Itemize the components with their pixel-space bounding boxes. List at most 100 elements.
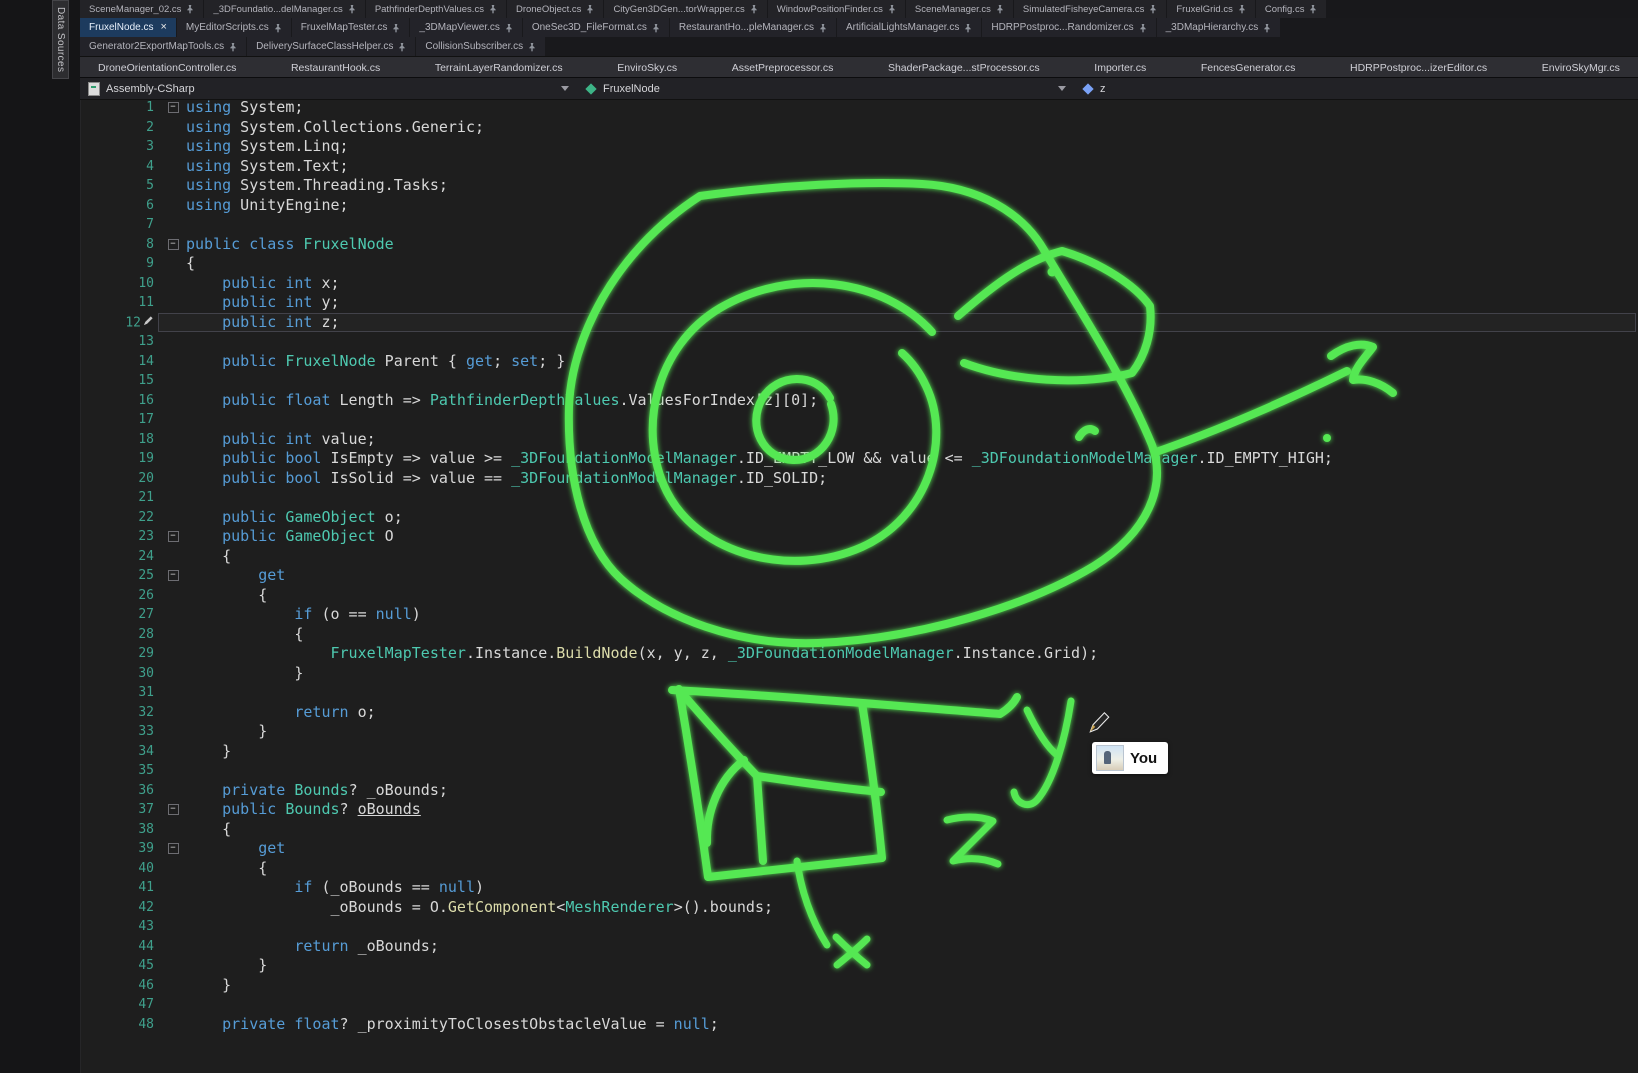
editor-line[interactable]: 24 { (0, 547, 1638, 567)
tab-SceneManager_02.cs[interactable]: SceneManager_02.cs (80, 0, 203, 18)
editor-line[interactable]: 44 return _oBounds; (0, 937, 1638, 957)
code-line-text[interactable]: using System.Threading.Tasks; (186, 176, 1638, 196)
code-line-text[interactable]: public int z; (186, 313, 1638, 333)
pin-icon[interactable] (505, 23, 513, 33)
tab-AssetPreprocessor.cs[interactable]: AssetPreprocessor.cs (728, 57, 838, 78)
code-line-text[interactable]: { (186, 586, 1638, 606)
code-line-text[interactable]: public class FruxelNode (186, 235, 1638, 255)
code-line-text[interactable]: if (o == null) (186, 605, 1638, 625)
code-line-text[interactable]: using System.Collections.Generic; (186, 118, 1638, 138)
pin-icon[interactable] (186, 4, 194, 14)
code-line-text[interactable]: } (186, 976, 1638, 996)
tab-Config.cs[interactable]: Config.cs (1256, 0, 1327, 18)
editor-line[interactable]: 26 { (0, 586, 1638, 606)
code-line-text[interactable]: private Bounds? _oBounds; (186, 781, 1638, 801)
code-line-text[interactable]: public int y; (186, 293, 1638, 313)
fold-toggle-icon[interactable]: − (168, 804, 179, 815)
pin-icon[interactable] (996, 4, 1004, 14)
tab-CityGen3DGen...torWrapper.cs[interactable]: CityGen3DGen...torWrapper.cs (604, 0, 766, 18)
pin-icon[interactable] (1309, 4, 1317, 14)
editor-line[interactable]: 17 (0, 410, 1638, 430)
code-line-text[interactable] (186, 488, 1638, 508)
pin-icon[interactable] (528, 42, 536, 52)
code-line-text[interactable]: { (186, 820, 1638, 840)
tab-FencesGenerator.cs[interactable]: FencesGenerator.cs (1197, 57, 1300, 78)
editor-line[interactable]: 43 (0, 917, 1638, 937)
editor-line[interactable]: 20 public bool IsSolid => value == _3DFo… (0, 469, 1638, 489)
editor-line[interactable]: 14 public FruxelNode Parent { get; set; … (0, 352, 1638, 372)
code-line-text[interactable]: } (186, 664, 1638, 684)
fold-toggle-icon[interactable]: − (168, 570, 179, 581)
tab-_3DMapViewer.cs[interactable]: _3DMapViewer.cs (410, 18, 521, 37)
code-editor[interactable]: 1−using System;2using System.Collections… (0, 98, 1638, 1073)
tab-DeliverySurfaceClassHelper.cs[interactable]: DeliverySurfaceClassHelper.cs (247, 37, 415, 56)
tab-FruxelNode.cs[interactable]: FruxelNode.cs× (80, 18, 176, 37)
editor-line[interactable]: 41 if (_oBounds == null) (0, 878, 1638, 898)
data-sources-tool-tab[interactable]: Data Sources (52, 0, 69, 79)
breadcrumb-type-dropdown[interactable]: FruxelNode (577, 78, 1074, 99)
code-line-text[interactable]: private float? _proximityToClosestObstac… (186, 1015, 1638, 1035)
editor-line[interactable]: 1−using System; (0, 98, 1638, 118)
code-line-text[interactable] (186, 761, 1638, 781)
code-line-text[interactable]: public bool IsEmpty => value >= _3DFound… (186, 449, 1638, 469)
editor-line[interactable]: 37− public Bounds? oBounds (0, 800, 1638, 820)
pin-icon[interactable] (888, 4, 896, 14)
tab-ShaderPackage...stProcessor.cs[interactable]: ShaderPackage...stProcessor.cs (884, 57, 1044, 78)
tab-CollisionSubscriber.cs[interactable]: CollisionSubscriber.cs (416, 37, 545, 56)
tab-PathfinderDepthValues.cs[interactable]: PathfinderDepthValues.cs (366, 0, 506, 18)
editor-line[interactable]: 10 public int x; (0, 274, 1638, 294)
editor-line[interactable]: 7 (0, 215, 1638, 235)
editor-line[interactable]: 11 public int y; (0, 293, 1638, 313)
code-line-text[interactable] (186, 332, 1638, 352)
pin-icon[interactable] (1238, 4, 1246, 14)
code-line-text[interactable]: public GameObject O (186, 527, 1638, 547)
pin-icon[interactable] (1149, 4, 1157, 14)
editor-line[interactable]: 28 { (0, 625, 1638, 645)
pin-icon[interactable] (819, 23, 827, 33)
editor-line[interactable]: 31 (0, 683, 1638, 703)
editor-line[interactable]: 21 (0, 488, 1638, 508)
editor-line[interactable]: 5using System.Threading.Tasks; (0, 176, 1638, 196)
pin-icon[interactable] (392, 23, 400, 33)
tab-Importer.cs[interactable]: Importer.cs (1090, 57, 1150, 78)
code-line-text[interactable] (186, 371, 1638, 391)
tab-EnviroSkyMgr.cs[interactable]: EnviroSkyMgr.cs (1538, 57, 1624, 78)
editor-line[interactable]: 34 } (0, 742, 1638, 762)
code-line-text[interactable] (186, 215, 1638, 235)
close-icon[interactable]: × (160, 22, 166, 33)
tab-RestaurantHo...pleManager.cs[interactable]: RestaurantHo...pleManager.cs (670, 18, 836, 37)
code-line-text[interactable]: _oBounds = O.GetComponent<MeshRenderer>(… (186, 898, 1638, 918)
editor-line[interactable]: 16 public float Length => PathfinderDept… (0, 391, 1638, 411)
fold-toggle-icon[interactable]: − (168, 531, 179, 542)
pin-icon[interactable] (750, 4, 758, 14)
tab-DroneOrientationController.cs[interactable]: DroneOrientationController.cs (94, 57, 240, 78)
editor-line[interactable]: 38 { (0, 820, 1638, 840)
code-line-text[interactable]: { (186, 254, 1638, 274)
code-line-text[interactable]: using System.Linq; (186, 137, 1638, 157)
tab-WindowPositionFinder.cs[interactable]: WindowPositionFinder.cs (768, 0, 905, 18)
editor-line[interactable]: 46 } (0, 976, 1638, 996)
code-line-text[interactable] (186, 410, 1638, 430)
editor-line[interactable]: 47 (0, 995, 1638, 1015)
code-line-text[interactable]: { (186, 625, 1638, 645)
pin-icon[interactable] (274, 23, 282, 33)
code-line-text[interactable]: { (186, 859, 1638, 879)
code-line-text[interactable] (186, 683, 1638, 703)
code-line-text[interactable]: public bool IsSolid => value == _3DFound… (186, 469, 1638, 489)
tab-FruxelGrid.cs[interactable]: FruxelGrid.cs (1167, 0, 1254, 18)
editor-line[interactable]: 19 public bool IsEmpty => value >= _3DFo… (0, 449, 1638, 469)
editor-line[interactable]: 36 private Bounds? _oBounds; (0, 781, 1638, 801)
editor-line[interactable]: 45 } (0, 956, 1638, 976)
editor-line[interactable]: 15 (0, 371, 1638, 391)
code-line-text[interactable]: public int x; (186, 274, 1638, 294)
editor-line[interactable]: 35 (0, 761, 1638, 781)
pin-icon[interactable] (489, 4, 497, 14)
pin-icon[interactable] (398, 42, 406, 52)
editor-line[interactable]: 22 public GameObject o; (0, 508, 1638, 528)
pin-icon[interactable] (229, 42, 237, 52)
editor-line[interactable]: 27 if (o == null) (0, 605, 1638, 625)
tab-HDRPPostproc...izerEditor.cs[interactable]: HDRPPostproc...izerEditor.cs (1346, 57, 1491, 78)
code-line-text[interactable]: get (186, 566, 1638, 586)
breadcrumb-project-dropdown[interactable]: Assembly-CSharp (80, 78, 577, 99)
editor-line[interactable]: 8−public class FruxelNode (0, 235, 1638, 255)
